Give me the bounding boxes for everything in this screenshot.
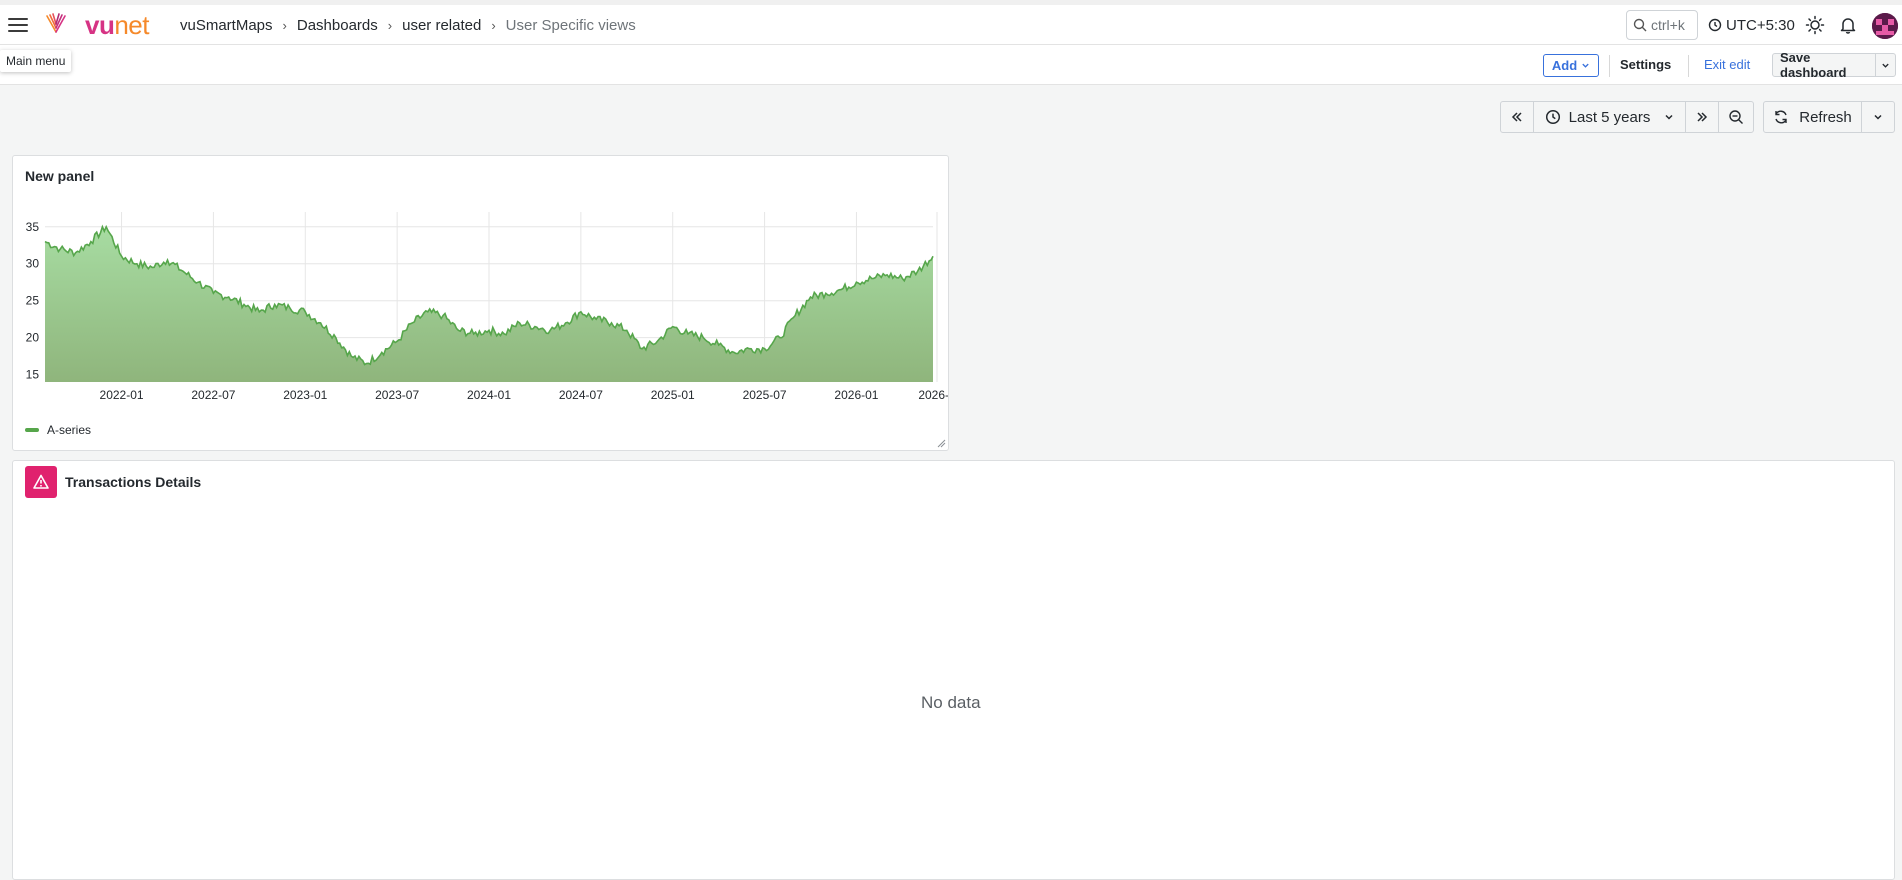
theme-toggle-button[interactable] (1803, 13, 1827, 37)
save-dashboard-label: Save dashboard (1780, 50, 1847, 80)
avatar-image-icon (1872, 13, 1898, 39)
time-range-label: Last 5 years (1568, 108, 1651, 126)
legend-label-a-series[interactable]: A-series (47, 423, 91, 437)
chart-legend: A-series (25, 423, 91, 437)
time-range-picker[interactable]: Last 5 years (1533, 101, 1686, 133)
toolbar-divider (1688, 55, 1689, 77)
save-dashboard-button[interactable]: Save dashboard (1772, 50, 1896, 80)
chevrons-right-icon (1697, 112, 1708, 122)
x-tick-label: 2024-07 (559, 388, 603, 402)
chevrons-left-icon (1511, 112, 1522, 122)
x-tick-label: 2024-01 (467, 388, 511, 402)
search-input[interactable]: ctrl+k (1626, 10, 1698, 40)
legend-swatch (25, 428, 39, 432)
timezone-label: UTC+5:30 (1726, 16, 1795, 34)
chevron-right-icon: › (491, 17, 496, 33)
zoom-out-button[interactable] (1718, 101, 1754, 133)
breadcrumb-item-vusmartmaps[interactable]: vuSmartMaps (180, 17, 273, 34)
search-icon (1633, 18, 1647, 32)
breadcrumb: vuSmartMaps › Dashboards › user related … (180, 15, 636, 35)
y-tick-label: 15 (26, 368, 40, 382)
resize-handle-icon[interactable] (937, 439, 946, 448)
x-tick-label: 2025-01 (651, 388, 695, 402)
chevron-down-icon (1665, 114, 1673, 120)
user-avatar[interactable] (1872, 13, 1898, 39)
panel-title[interactable]: New panel (25, 168, 94, 184)
settings-button[interactable]: Settings (1620, 57, 1671, 72)
search-placeholder: ctrl+k (1651, 17, 1685, 33)
x-tick-label: 2025-07 (743, 388, 787, 402)
no-data-message: No data (921, 693, 981, 712)
exit-edit-button[interactable]: Exit edit (1704, 57, 1750, 72)
vunet-logo-icon[interactable] (43, 12, 69, 38)
time-range-forward-button[interactable] (1685, 101, 1719, 133)
transactions-details-panel[interactable]: Transactions Details No data (12, 460, 1895, 880)
top-navigation-bar: vunet vuSmartMaps › Dashboards › user re… (0, 0, 1902, 45)
toolbar-divider (1609, 55, 1610, 77)
panel-error-indicator[interactable] (25, 466, 57, 498)
chevron-down-icon (1874, 114, 1882, 120)
clock-icon (1708, 18, 1722, 32)
add-button-label: Add (1551, 58, 1578, 73)
y-tick-label: 20 (26, 331, 40, 345)
y-tick-label: 35 (26, 220, 40, 234)
x-tick-label: 2026-0 (918, 388, 948, 402)
notifications-button[interactable] (1836, 13, 1860, 37)
y-tick-label: 30 (26, 257, 40, 271)
vunet-wordmark[interactable]: vunet (85, 10, 149, 40)
time-range-back-button[interactable] (1500, 101, 1534, 133)
refresh-interval-dropdown[interactable] (1861, 101, 1895, 133)
chevron-down-icon (1882, 63, 1889, 68)
refresh-button[interactable]: Refresh (1763, 101, 1862, 133)
breadcrumb-item-user-related[interactable]: user related (402, 17, 481, 34)
chevron-right-icon: › (387, 17, 393, 33)
panel-title[interactable]: Transactions Details (65, 474, 201, 490)
sun-icon (1805, 15, 1825, 35)
y-tick-label: 25 (26, 294, 40, 308)
add-button[interactable]: Add (1543, 54, 1599, 77)
main-menu-icon[interactable] (8, 14, 30, 36)
x-tick-label: 2023-07 (375, 388, 419, 402)
zoom-out-icon (1729, 110, 1743, 124)
dashboard-edit-toolbar: Add Settings Exit edit Save dashboard (0, 45, 1902, 85)
x-tick-label: 2022-01 (100, 388, 144, 402)
clock-icon (1545, 109, 1560, 125)
time-series-chart[interactable]: 15 20 25 30 35 2022-01 2022-07 2023-01 2023-07 2… (13, 206, 948, 416)
breadcrumb-item-current: User Specific views (505, 16, 636, 34)
timezone-picker[interactable]: UTC+5:30 (1708, 13, 1795, 37)
refresh-icon (1775, 110, 1787, 124)
chevron-down-icon (1582, 63, 1589, 68)
new-panel[interactable]: New panel 15 20 25 30 35 2022-01 2022-07 2023-… (12, 155, 949, 451)
bell-icon (1840, 18, 1856, 34)
chevron-right-icon: › (282, 17, 287, 33)
x-tick-label: 2022-07 (191, 388, 235, 402)
breadcrumb-item-dashboards[interactable]: Dashboards (297, 17, 378, 34)
x-tick-label: 2023-01 (283, 388, 327, 402)
save-options-dropdown[interactable] (1875, 54, 1895, 76)
x-tick-label: 2026-01 (834, 388, 878, 402)
refresh-label: Refresh (1799, 108, 1852, 126)
main-menu-tooltip: Main menu (0, 50, 72, 72)
warning-icon (33, 474, 49, 489)
